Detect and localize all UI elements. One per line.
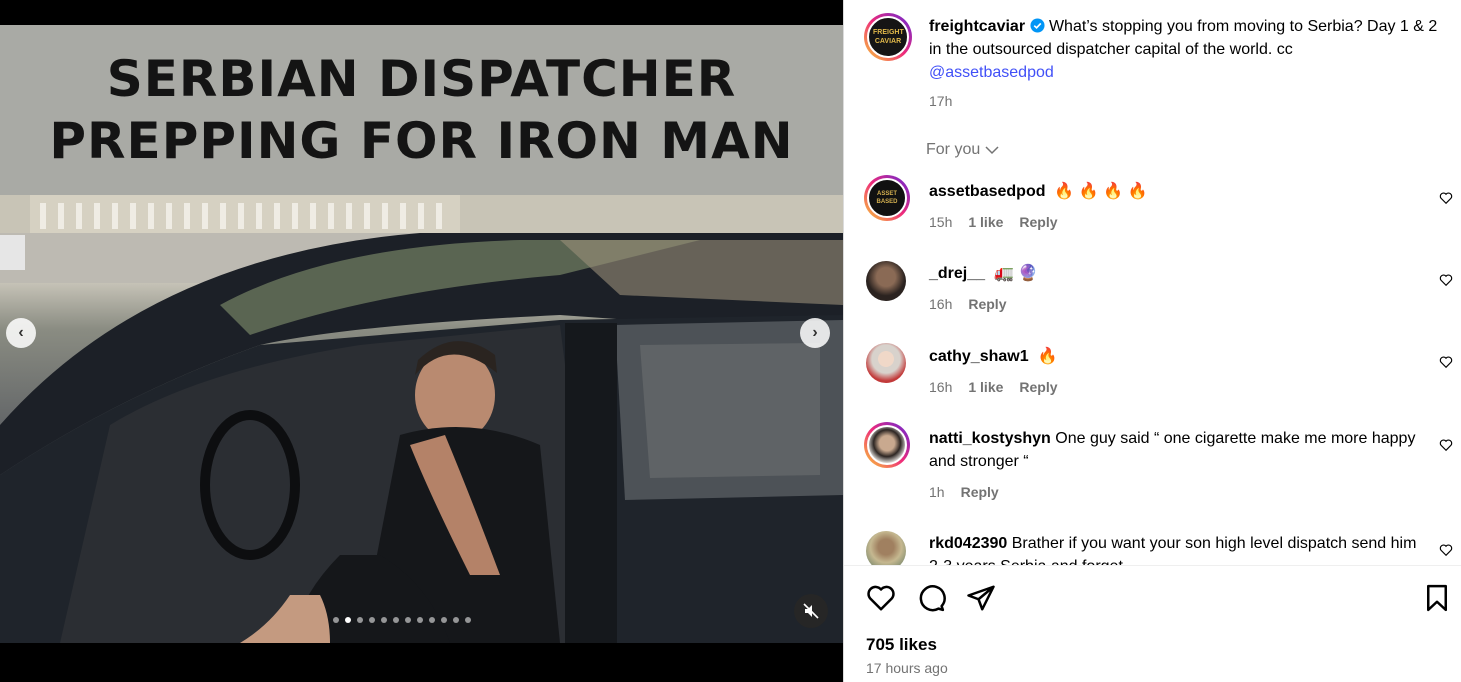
verified-badge-icon <box>1029 18 1045 33</box>
like-comment-heart-icon[interactable] <box>1439 191 1453 205</box>
comment-reply-button[interactable]: Reply <box>961 484 999 500</box>
comment-username[interactable]: _drej__ <box>929 265 985 282</box>
comment-text: 🔥 <box>1037 348 1058 365</box>
like-heart-icon[interactable] <box>866 582 896 614</box>
post-caption: freightcaviar What’s stopping you from m… <box>929 15 1449 84</box>
comment-reply-button[interactable]: Reply <box>1019 379 1057 395</box>
carousel-dot <box>345 617 351 623</box>
comment-avatar-logo: ASSET BASED <box>876 191 898 205</box>
comment-username[interactable]: assetbasedpod <box>929 183 1045 200</box>
comment-username[interactable]: natti_kostyshyn <box>929 430 1051 447</box>
comment-time[interactable]: 16h <box>929 296 952 312</box>
comment-sort-label: For you <box>926 141 981 158</box>
carousel-dot <box>393 617 399 623</box>
carousel-dot <box>357 617 363 623</box>
post-time-ago[interactable]: 17 hours ago <box>866 660 948 676</box>
carousel-dot <box>417 617 423 623</box>
comment-reply-button[interactable]: Reply <box>968 296 1006 312</box>
banner-line-2: PREPPING FOR IRON MAN <box>49 112 794 170</box>
carousel-dot <box>441 617 447 623</box>
caption-mention-link[interactable]: @assetbasedpod <box>929 64 1054 81</box>
author-username[interactable]: freightcaviar <box>929 18 1025 35</box>
comment-bubble-icon[interactable] <box>916 582 946 614</box>
carousel-dot <box>405 617 411 623</box>
comment-likes[interactable]: 1 like <box>968 214 1003 230</box>
like-comment-heart-icon[interactable] <box>1439 273 1453 287</box>
comment-avatar[interactable] <box>866 343 906 383</box>
post-media: SERBIAN DISPATCHER PREPPING FOR IRON MAN <box>0 0 843 682</box>
caption-timestamp[interactable]: 17h <box>929 93 952 109</box>
muted-speaker-icon <box>803 603 819 619</box>
like-comment-heart-icon[interactable] <box>1439 355 1453 369</box>
carousel-dot <box>453 617 459 623</box>
carousel-dot <box>333 617 339 623</box>
instagram-post-viewer: SERBIAN DISPATCHER PREPPING FOR IRON MAN <box>0 0 1461 682</box>
like-comment-heart-icon[interactable] <box>1439 438 1453 452</box>
post-side-panel: FREIGHT CAVIAR freightcaviar What’s stop… <box>843 0 1461 682</box>
video-title-banner: SERBIAN DISPATCHER PREPPING FOR IRON MAN <box>0 25 843 195</box>
save-bookmark-icon[interactable] <box>1422 582 1452 614</box>
comment-item: cathy_shaw1 🔥 <box>929 345 1429 368</box>
share-paper-plane-icon[interactable] <box>966 582 996 614</box>
comment-reply-button[interactable]: Reply <box>1019 214 1057 230</box>
author-avatar-logo: FREIGHT CAVIAR <box>873 29 904 45</box>
comment-sort-dropdown[interactable]: For you <box>926 141 1000 159</box>
comment-time[interactable]: 16h <box>929 379 952 395</box>
chevron-left-icon: ‹ <box>18 324 24 341</box>
comments-list[interactable]: ASSET BASED assetbasedpod 🔥 🔥 🔥 🔥 15h 1 … <box>844 165 1461 565</box>
comment-item: natti_kostyshyn One guy said “ one cigar… <box>929 427 1429 473</box>
comment-avatar[interactable]: ASSET BASED <box>864 175 910 221</box>
actions-divider <box>844 565 1461 566</box>
comment-meta: 1h Reply <box>929 484 999 500</box>
comment-meta: 15h 1 like Reply <box>929 214 1058 230</box>
comment-username[interactable]: cathy_shaw1 <box>929 348 1029 365</box>
carousel-dot <box>465 617 471 623</box>
mute-toggle-button[interactable] <box>794 594 828 628</box>
comment-item: rkd042390 Brather if you want your son h… <box>929 532 1429 565</box>
carousel-next-button[interactable]: › <box>800 318 830 348</box>
comment-meta: 16h 1 like Reply <box>929 379 1058 395</box>
video-scene <box>0 195 843 643</box>
comment-time[interactable]: 15h <box>929 214 952 230</box>
banner-line-1: SERBIAN DISPATCHER <box>106 50 737 108</box>
comment-meta: 16h Reply <box>929 296 1006 312</box>
comment-likes[interactable]: 1 like <box>968 379 1003 395</box>
chevron-right-icon: › <box>812 324 818 341</box>
comment-text: 🚛 🔮 <box>993 265 1039 282</box>
video-frame[interactable]: SERBIAN DISPATCHER PREPPING FOR IRON MAN <box>0 25 843 643</box>
comment-text: 🔥 🔥 🔥 🔥 <box>1054 183 1148 200</box>
carousel-prev-button[interactable]: ‹ <box>6 318 36 348</box>
comment-avatar[interactable] <box>864 422 910 468</box>
comment-username[interactable]: rkd042390 <box>929 535 1007 552</box>
car-scene-illustration <box>0 195 843 643</box>
comment-avatar[interactable] <box>866 261 906 301</box>
comment-item: assetbasedpod 🔥 🔥 🔥 🔥 <box>929 180 1429 203</box>
carousel-dot <box>381 617 387 623</box>
carousel-dot <box>429 617 435 623</box>
comment-time[interactable]: 1h <box>929 484 945 500</box>
carousel-dot <box>369 617 375 623</box>
like-comment-heart-icon[interactable] <box>1439 543 1453 557</box>
comment-item: _drej__ 🚛 🔮 <box>929 262 1429 285</box>
chevron-down-icon <box>985 146 999 155</box>
carousel-indicator <box>333 617 471 623</box>
comment-avatar[interactable] <box>866 531 906 565</box>
likes-count[interactable]: 705 likes <box>866 635 937 655</box>
author-avatar[interactable]: FREIGHT CAVIAR <box>864 13 912 61</box>
